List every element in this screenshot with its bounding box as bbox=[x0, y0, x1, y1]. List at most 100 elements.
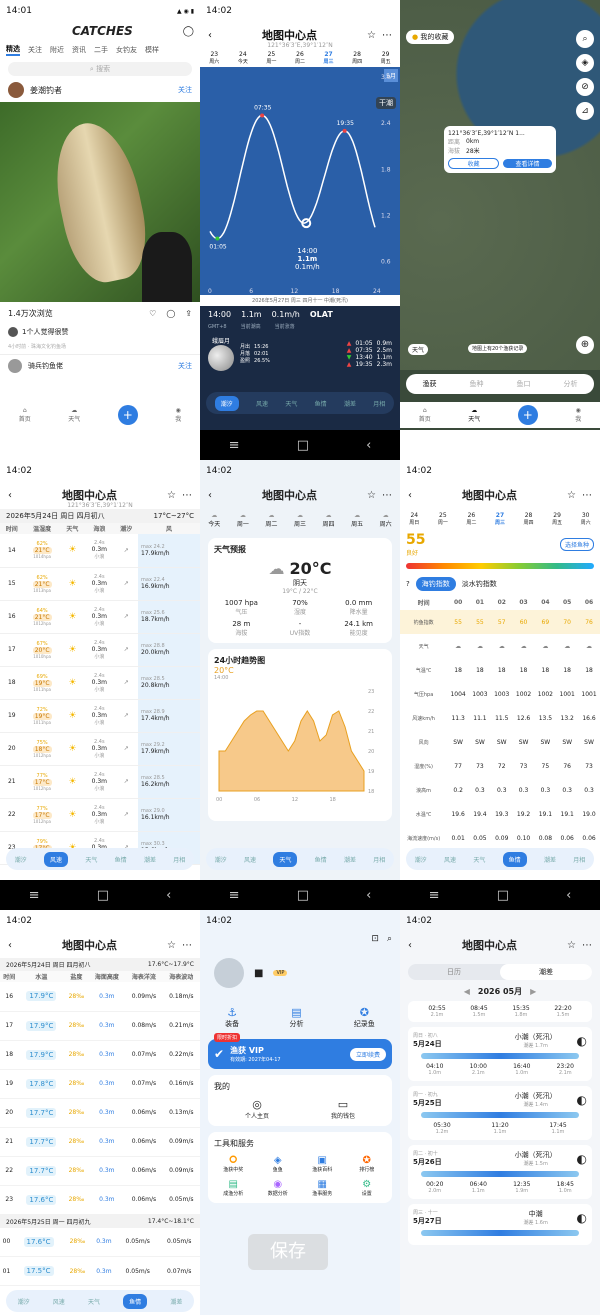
tab-weather[interactable]: 天气 bbox=[473, 855, 485, 864]
weather-chip[interactable]: 天气 bbox=[408, 344, 429, 355]
tab-wind[interactable]: 风速 bbox=[244, 855, 256, 864]
menu-icon[interactable]: ≡ bbox=[429, 888, 440, 903]
tab-range[interactable]: 潮差 bbox=[344, 399, 356, 408]
tab-catches[interactable]: 渔获 bbox=[423, 379, 437, 389]
back-nav-icon[interactable]: ‹ bbox=[166, 888, 171, 903]
tab-species[interactable]: 鱼种 bbox=[470, 379, 484, 389]
analysis-entry[interactable]: ▤ 分析 bbox=[289, 1006, 303, 1029]
add-button[interactable]: + bbox=[517, 405, 538, 425]
avatar-2[interactable] bbox=[8, 359, 22, 373]
ruler-icon[interactable]: ⊿ bbox=[576, 102, 594, 120]
tool-entry-4[interactable]: ▤ 成渔分析 bbox=[214, 1179, 253, 1197]
gear-entry[interactable]: ⚓ 装备 bbox=[225, 1006, 239, 1029]
menu-icon[interactable]: ≡ bbox=[229, 438, 240, 453]
tab-tide-range[interactable]: 潮差 bbox=[500, 964, 592, 980]
date-item-28[interactable]: 28 周四 bbox=[524, 512, 534, 526]
star-icon[interactable]: ☆ bbox=[367, 30, 376, 41]
date-item-24[interactable]: 24 今天 bbox=[238, 51, 248, 65]
nav-me[interactable]: ◉ 我 bbox=[175, 407, 181, 423]
nav-home[interactable]: ⌂ 首页 bbox=[419, 407, 431, 423]
wallet-entry[interactable]: ▭ 我的钱包 bbox=[331, 1098, 355, 1120]
day-card[interactable]: 周二 · 初十 5月26日 小潮（死汛） 潮差 1.5m ◐ 00:20 2.0m 06:40… bbox=[408, 1145, 592, 1199]
select-species-button[interactable]: 选择鱼种 bbox=[559, 538, 594, 551]
star-icon[interactable]: ☆ bbox=[167, 940, 176, 951]
post-image[interactable] bbox=[0, 102, 200, 302]
renew-button[interactable]: 立即续费 bbox=[349, 1047, 386, 1061]
more-icon[interactable]: ⋯ bbox=[582, 490, 592, 501]
tool-entry-2[interactable]: ▣ 渔获百科 bbox=[303, 1155, 342, 1173]
date-item-24[interactable]: 24 周日 bbox=[409, 512, 419, 526]
date-item-0[interactable]: ☁ 今天 bbox=[208, 512, 220, 528]
day-card[interactable]: 周三 · 十一 5月27日 中潮 潮差 1.6m ◐ bbox=[408, 1204, 592, 1245]
home-nav-icon[interactable]: □ bbox=[97, 888, 109, 903]
date-item-30[interactable]: 30 周六 bbox=[581, 512, 591, 526]
record-entry[interactable]: ✪ 纪录鱼 bbox=[354, 1006, 375, 1029]
tab-wind[interactable]: 风速 bbox=[256, 399, 268, 408]
tab-nearby[interactable]: 附近 bbox=[50, 45, 64, 55]
tab-bite[interactable]: 鱼口 bbox=[517, 379, 531, 389]
avatar[interactable] bbox=[214, 958, 244, 988]
home-nav-icon[interactable]: □ bbox=[497, 888, 509, 903]
date-item-1[interactable]: ☁ 周一 bbox=[237, 512, 249, 528]
tool-entry-3[interactable]: ✪ 排行榜 bbox=[348, 1155, 387, 1173]
tab-tide[interactable]: 潮汐 bbox=[214, 395, 239, 411]
star-icon[interactable]: ☆ bbox=[367, 490, 376, 501]
tab-range[interactable]: 潮差 bbox=[170, 1297, 182, 1306]
tab-moon[interactable]: 月相 bbox=[173, 855, 185, 864]
tab-weather[interactable]: 天气 bbox=[273, 851, 298, 867]
menu-icon[interactable]: ≡ bbox=[229, 888, 240, 903]
tab-news[interactable]: 资讯 bbox=[72, 45, 86, 55]
date-item-23[interactable]: 23 周六 bbox=[209, 51, 219, 65]
tab-tide[interactable]: 潮汐 bbox=[15, 855, 27, 864]
locate-icon[interactable]: ⊕ bbox=[576, 336, 594, 354]
add-button[interactable]: + bbox=[117, 405, 138, 425]
date-item-6[interactable]: ☁ 周六 bbox=[380, 512, 392, 528]
date-item-28[interactable]: 28 周四 bbox=[352, 51, 362, 65]
back-nav-icon[interactable]: ‹ bbox=[566, 888, 571, 903]
star-icon[interactable]: ☆ bbox=[567, 490, 576, 501]
satellite-map[interactable] bbox=[400, 0, 600, 370]
date-item-26[interactable]: 26 周二 bbox=[466, 512, 476, 526]
tab-fresh-index[interactable]: 淡水钓指数 bbox=[462, 579, 497, 589]
tab-sea-index[interactable]: 海钓指数 bbox=[415, 577, 456, 591]
homepage-entry[interactable]: ◎ 个人主页 bbox=[245, 1098, 269, 1120]
menu-icon[interactable]: ≡ bbox=[29, 888, 40, 903]
tab-moon[interactable]: 月相 bbox=[373, 855, 385, 864]
avatar[interactable] bbox=[8, 82, 24, 98]
comment-icon[interactable]: ◯ bbox=[166, 309, 175, 318]
home-nav-icon[interactable]: □ bbox=[297, 438, 309, 453]
favorites-button[interactable]: ● 我的收藏 bbox=[406, 30, 455, 44]
day-card[interactable]: 周一 · 初九 5月25日 小潮（死汛） 潮差 1.4m ◐ 05:30 1.2m 11:20… bbox=[408, 1086, 592, 1140]
date-item-29[interactable]: 29 周五 bbox=[552, 512, 562, 526]
tab-fish[interactable]: 鱼情 bbox=[315, 399, 327, 408]
date-item-5[interactable]: ☁ 周五 bbox=[351, 512, 363, 528]
tab-fish[interactable]: 鱼情 bbox=[502, 851, 527, 867]
tab-analysis[interactable]: 分析 bbox=[564, 379, 578, 389]
tab-weather[interactable]: 天气 bbox=[88, 1297, 100, 1306]
more-icon[interactable]: ⋯ bbox=[382, 490, 392, 501]
back-nav-icon[interactable]: ‹ bbox=[366, 438, 371, 453]
tab-weather[interactable]: 天气 bbox=[285, 399, 297, 408]
tab-fish[interactable]: 鱼情 bbox=[315, 855, 327, 864]
tab-follow[interactable]: 关注 bbox=[28, 45, 42, 55]
tool-entry-1[interactable]: ◈ 鱼鱼 bbox=[259, 1155, 298, 1173]
tab-moon[interactable]: 月相 bbox=[373, 399, 385, 408]
tab-tide[interactable]: 潮汐 bbox=[18, 1297, 30, 1306]
tool-entry-6[interactable]: ▦ 渔事服务 bbox=[303, 1179, 342, 1197]
prev-month-icon[interactable]: ◀ bbox=[464, 987, 470, 996]
date-item-2[interactable]: ☁ 周二 bbox=[265, 512, 277, 528]
tab-wind[interactable]: 风速 bbox=[53, 1297, 65, 1306]
tab-range[interactable]: 潮差 bbox=[344, 855, 356, 864]
tab-wind[interactable]: 风速 bbox=[43, 851, 68, 867]
home-nav-icon[interactable]: □ bbox=[297, 888, 309, 903]
follow-button-2[interactable]: 关注 bbox=[178, 361, 192, 371]
date-item-29[interactable]: 29 周五 bbox=[381, 51, 391, 65]
tab-ocean[interactable]: 鱼情 bbox=[123, 1293, 148, 1309]
nav-weather[interactable]: ☁ 天气 bbox=[468, 407, 480, 423]
star-icon[interactable]: ☆ bbox=[567, 940, 576, 951]
tab-featured[interactable]: 精选 bbox=[6, 44, 20, 56]
star-icon[interactable]: ☆ bbox=[167, 490, 176, 501]
tab-female[interactable]: 女钓友 bbox=[116, 45, 137, 55]
tab-calendar[interactable]: 日历 bbox=[408, 964, 500, 980]
compass-icon[interactable]: ⊘ bbox=[576, 78, 594, 96]
